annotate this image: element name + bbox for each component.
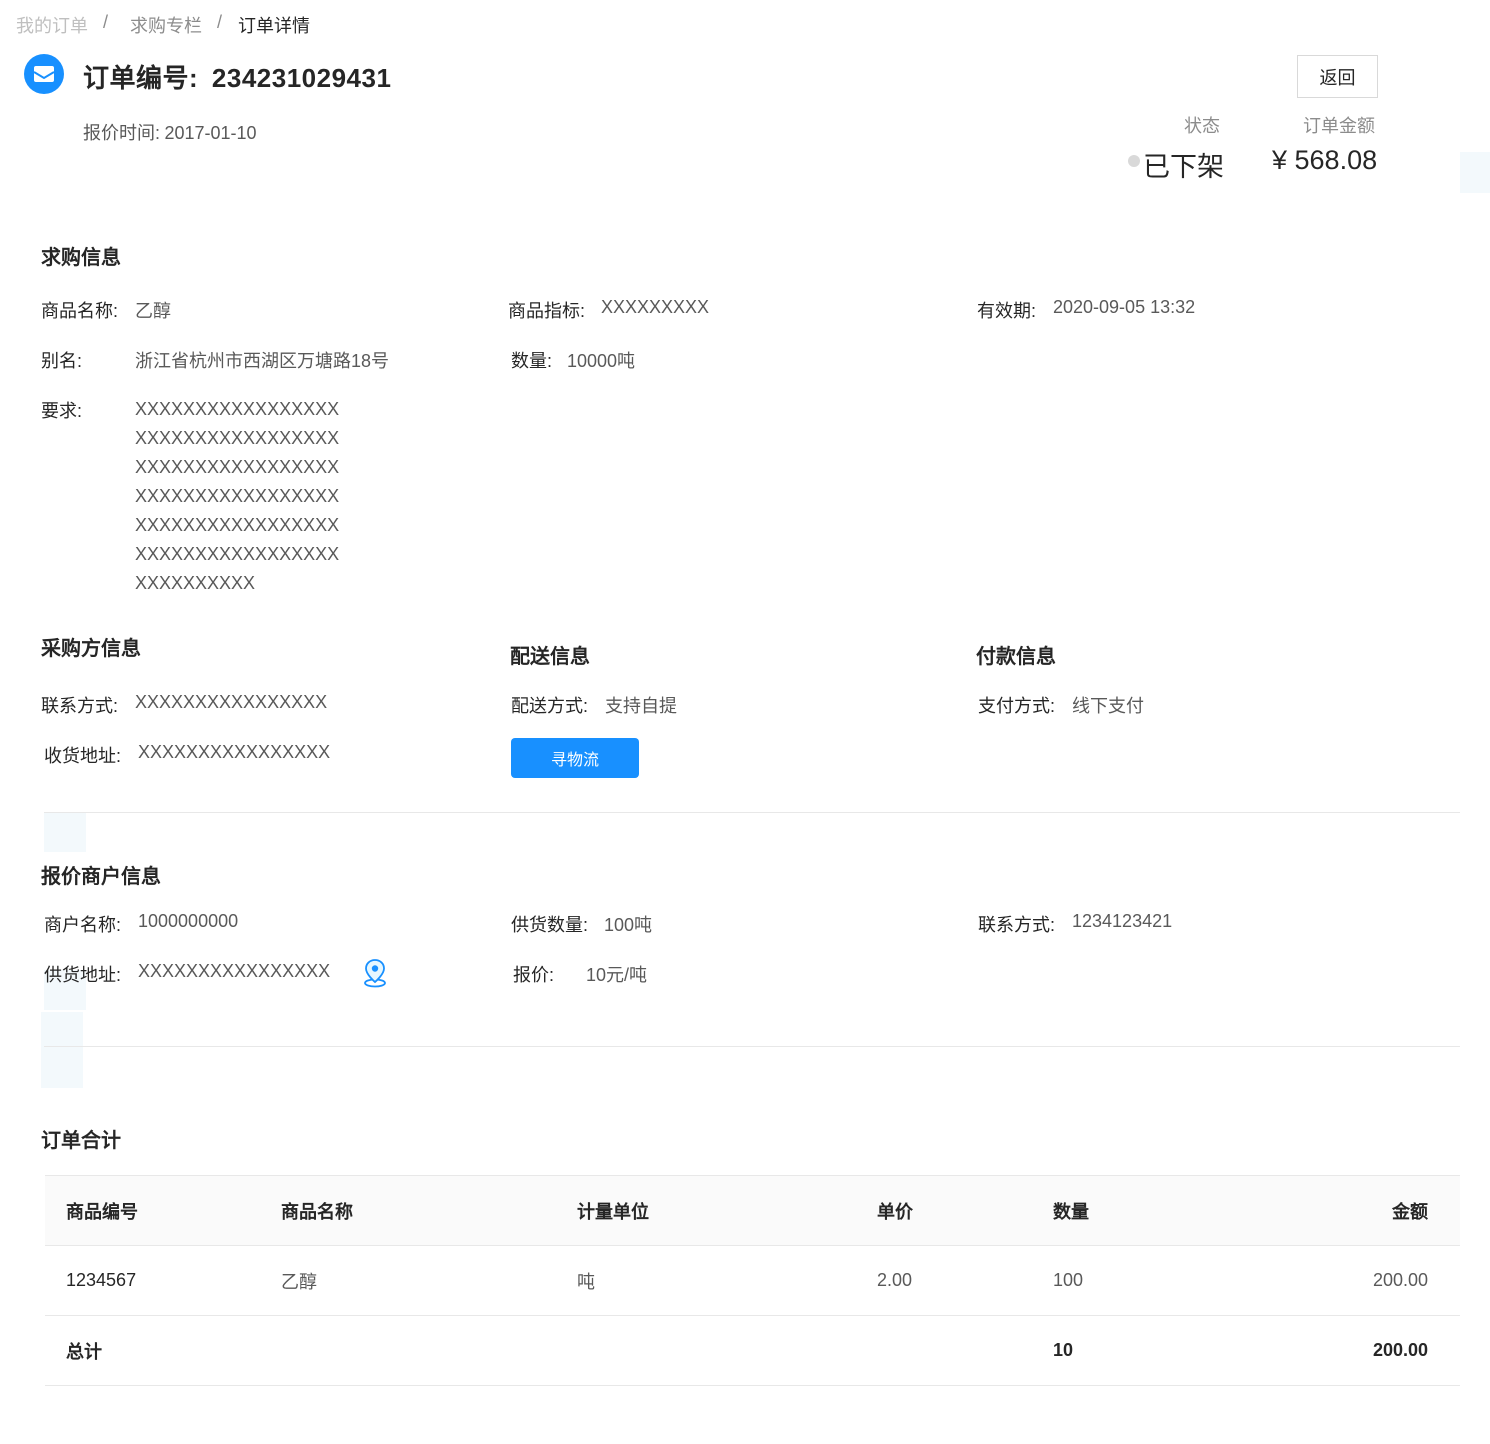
- requirement-line: XXXXXXXXXXXXXXXXX: [135, 457, 340, 477]
- product-name-label: 商品名称:: [41, 301, 119, 321]
- decorative-block: [1460, 152, 1490, 193]
- column-header-quantity: 数量: [1053, 1175, 1283, 1246]
- requirement-line: XXXXXXXXXX: [135, 573, 256, 593]
- column-header-product-name: 商品名称: [281, 1175, 577, 1246]
- divider: [44, 1046, 1460, 1047]
- quote-time-label: 报价时间:: [83, 123, 161, 143]
- cell-product-code: 1234567: [45, 1245, 281, 1316]
- section-title-order-total: 订单合计: [41, 1130, 121, 1152]
- merchant-name-label: 商户名称:: [44, 915, 122, 935]
- status-label: 状态: [1184, 116, 1220, 136]
- table-header-row: 商品编号 商品名称 计量单位 单价 数量 金额: [45, 1175, 1460, 1246]
- order-logo-icon: [24, 54, 64, 94]
- empty-cell: [877, 1315, 1053, 1386]
- divider: [44, 812, 1460, 813]
- breadcrumb-separator: /: [217, 12, 223, 32]
- cell-unit-price: 2.00: [877, 1245, 1053, 1316]
- supply-address-label: 供货地址:: [44, 965, 122, 985]
- requirement-line: XXXXXXXXXXXXXXXXX: [135, 486, 340, 506]
- requirement-line: XXXXXXXXXXXXXXXXX: [135, 544, 340, 564]
- alias-label: 别名:: [41, 351, 83, 371]
- payment-method-label: 支付方式:: [978, 696, 1056, 716]
- decorative-block: [41, 1012, 83, 1088]
- section-title-merchant: 报价商户信息: [41, 866, 161, 888]
- merchant-contact-label: 联系方式:: [978, 915, 1056, 935]
- section-title-payment: 付款信息: [976, 646, 1056, 668]
- cell-unit: 吨: [577, 1245, 877, 1316]
- buyer-address-value: XXXXXXXXXXXXXXXX: [138, 742, 331, 762]
- breadcrumb-item-order-detail: 订单详情: [238, 16, 310, 36]
- product-spec-label: 商品指标:: [508, 301, 586, 321]
- empty-cell: [281, 1315, 577, 1386]
- status-value: 已下架: [1143, 152, 1224, 182]
- requirement-line: XXXXXXXXXXXXXXXXX: [135, 515, 340, 535]
- quantity-value: 10000吨: [567, 351, 636, 371]
- requirement-label: 要求:: [41, 401, 83, 421]
- validity-value: 2020-09-05 13:32: [1053, 297, 1196, 317]
- breadcrumb-item-purchase-column[interactable]: 求购专栏: [130, 12, 202, 38]
- total-label: 总计: [45, 1315, 281, 1386]
- section-title-purchase: 求购信息: [41, 247, 121, 269]
- requirement-text: XXXXXXXXXXXXXXXXX XXXXXXXXXXXXXXXXX XXXX…: [135, 395, 339, 598]
- order-number-label: 订单编号:: [83, 63, 199, 93]
- section-title-delivery: 配送信息: [510, 646, 590, 668]
- page-title: 订单编号: 234231029431: [83, 58, 391, 95]
- breadcrumb-item-my-orders[interactable]: 我的订单: [16, 12, 88, 38]
- column-header-product-code: 商品编号: [45, 1175, 281, 1246]
- supply-address-value: XXXXXXXXXXXXXXXX: [138, 961, 331, 981]
- column-header-unit-price: 单价: [877, 1175, 1053, 1246]
- decorative-block: [44, 812, 86, 852]
- merchant-contact-value: 1234123421: [1072, 911, 1173, 931]
- breadcrumb-separator: /: [103, 12, 109, 32]
- total-quantity: 10: [1053, 1315, 1283, 1386]
- delivery-method-label: 配送方式:: [511, 696, 589, 716]
- order-amount-label: 订单金额: [1303, 116, 1375, 136]
- product-spec-value: XXXXXXXXX: [601, 297, 710, 317]
- order-number: 234231029431: [211, 63, 392, 93]
- order-amount-value: ¥ 568.08: [1272, 145, 1378, 175]
- order-total-table: 商品编号 商品名称 计量单位 单价 数量 金额 1234567 乙醇 吨 2.0…: [45, 1175, 1460, 1386]
- price-label: 报价:: [513, 965, 555, 985]
- buyer-contact-value: XXXXXXXXXXXXXXXX: [135, 692, 328, 712]
- table-row: 1234567 乙醇 吨 2.00 100 200.00: [45, 1245, 1460, 1316]
- buyer-contact-label: 联系方式:: [41, 696, 119, 716]
- section-title-buyer: 采购方信息: [41, 638, 141, 660]
- requirement-line: XXXXXXXXXXXXXXXXX: [135, 428, 340, 448]
- supply-quantity-label: 供货数量:: [511, 915, 589, 935]
- cell-product-name: 乙醇: [281, 1245, 577, 1316]
- supply-quantity-value: 100吨: [604, 915, 653, 935]
- quantity-label: 数量:: [511, 351, 553, 371]
- location-pin-icon[interactable]: [362, 958, 388, 993]
- alias-value: 浙江省杭州市西湖区万塘路18号: [135, 351, 390, 371]
- delivery-method-value: 支持自提: [605, 696, 677, 716]
- total-amount: 200.00: [1283, 1315, 1460, 1386]
- product-name-value: 乙醇: [135, 301, 171, 321]
- cell-quantity: 100: [1053, 1245, 1283, 1316]
- merchant-name-value: 1000000000: [138, 911, 239, 931]
- back-button[interactable]: 返回: [1297, 55, 1378, 98]
- payment-method-value: 线下支付: [1072, 696, 1144, 716]
- cell-amount: 200.00: [1283, 1245, 1460, 1316]
- find-logistics-button[interactable]: 寻物流: [511, 738, 639, 778]
- quote-time: 报价时间: 2017-01-10: [83, 119, 257, 145]
- status-dot-icon: [1128, 155, 1140, 167]
- empty-cell: [577, 1315, 877, 1386]
- requirement-line: XXXXXXXXXXXXXXXXX: [135, 399, 340, 419]
- column-header-unit: 计量单位: [577, 1175, 877, 1246]
- buyer-address-label: 收货地址:: [44, 746, 122, 766]
- table-total-row: 总计 10 200.00: [45, 1315, 1460, 1386]
- validity-label: 有效期:: [977, 301, 1037, 321]
- price-value: 10元/吨: [586, 965, 648, 985]
- column-header-amount: 金额: [1283, 1175, 1460, 1246]
- quote-time-value: 2017-01-10: [164, 123, 257, 143]
